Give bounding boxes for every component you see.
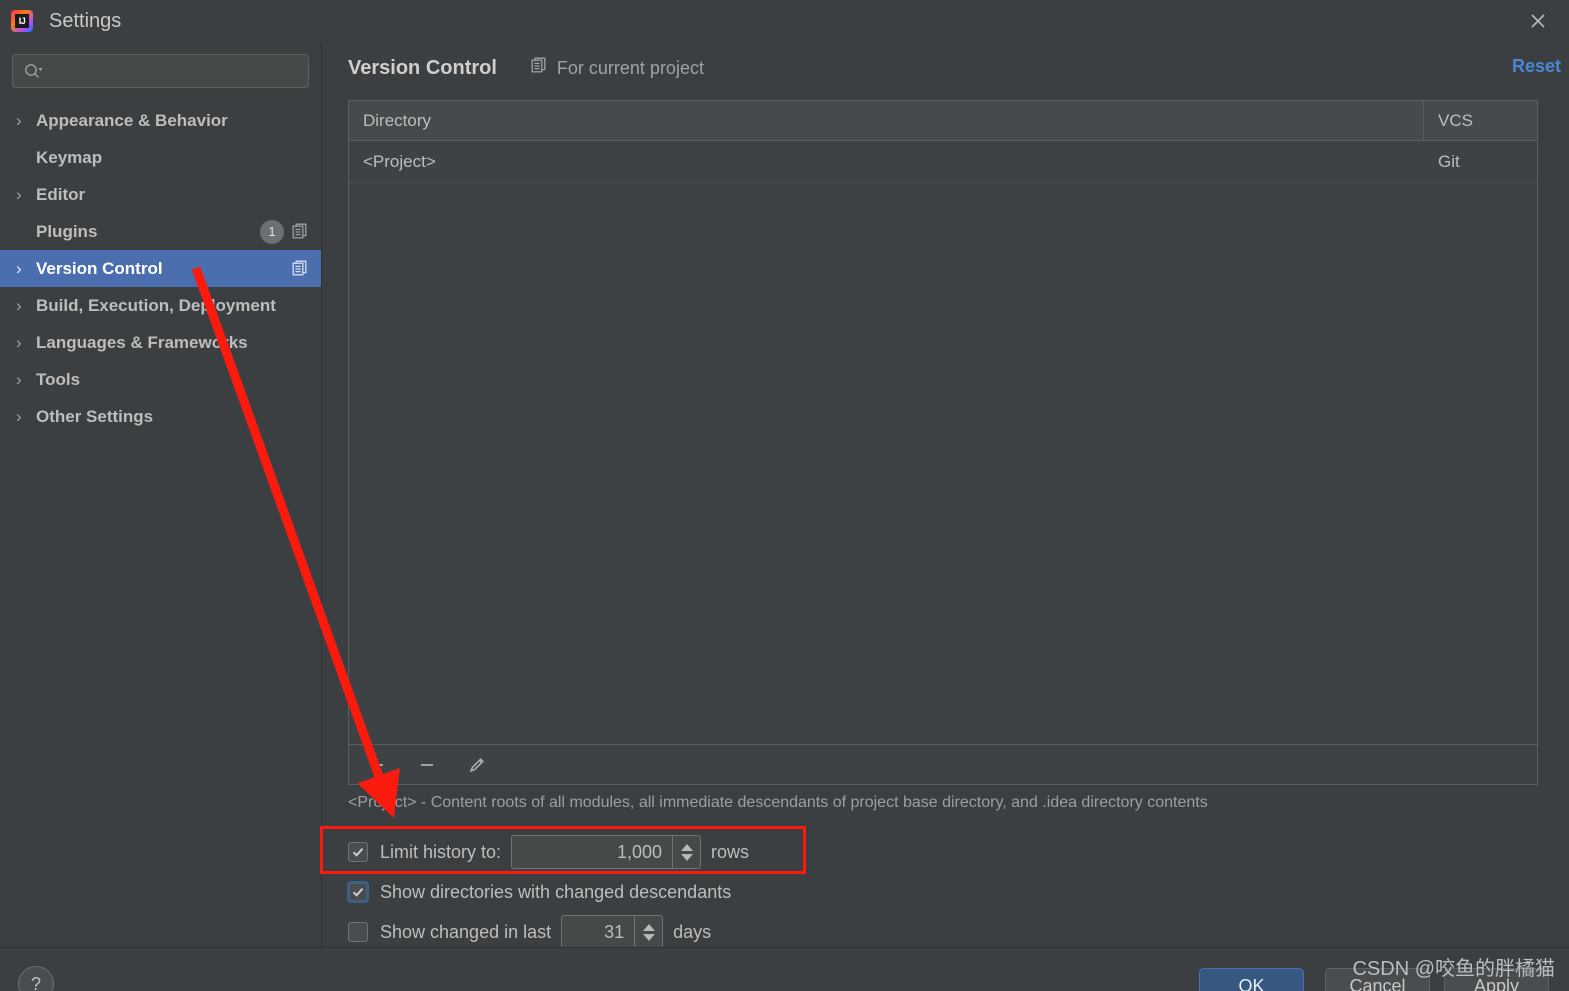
- project-scope-icon: [531, 57, 548, 79]
- project-scope-icon: [292, 223, 309, 240]
- sidebar-item-editor[interactable]: › Editor: [0, 176, 321, 213]
- settings-sidebar: › Appearance & Behavior Keymap › Editor Plugi…: [0, 42, 322, 947]
- search-box[interactable]: [12, 54, 309, 88]
- spinner-arrows[interactable]: [672, 836, 700, 868]
- spinner-arrows[interactable]: [634, 916, 662, 948]
- spinner-value[interactable]: 31: [562, 916, 634, 948]
- spinner-value[interactable]: 1,000: [512, 836, 672, 868]
- sidebar-item-label: Build, Execution, Deployment: [36, 295, 276, 315]
- column-header-vcs[interactable]: VCS: [1424, 101, 1537, 140]
- option-label: Limit history to:: [380, 841, 502, 862]
- project-scope-icon: [292, 260, 309, 277]
- search-container: [0, 42, 321, 88]
- sidebar-item-other-settings[interactable]: › Other Settings: [0, 398, 321, 435]
- option-row: Limit history to: 1,000 rows: [348, 832, 749, 872]
- window-title: Settings: [49, 9, 122, 32]
- chevron-right-icon[interactable]: ›: [16, 185, 32, 205]
- ok-button[interactable]: OK: [1199, 968, 1304, 991]
- chevron-up-icon[interactable]: [642, 923, 655, 931]
- cell-vcs: Git: [1438, 151, 1460, 171]
- column-header-directory[interactable]: Directory: [349, 101, 1424, 140]
- settings-tree: › Appearance & Behavior Keymap › Editor Plugi…: [0, 102, 321, 435]
- mapping-description: <Project> - Content roots of all modules…: [348, 794, 1208, 811]
- page-title: Version Control: [348, 56, 497, 79]
- table-row[interactable]: <Project> Git: [349, 141, 1537, 183]
- sidebar-item-label: Tools: [36, 369, 81, 389]
- chevron-right-icon[interactable]: ›: [16, 111, 32, 131]
- settings-dialog: IJ Settings › Appearance & Behavior Keym…: [0, 0, 1569, 991]
- vcs-options-group: Limit history to: 1,000 rows Show directori…: [348, 832, 749, 952]
- chevron-right-icon[interactable]: ›: [16, 333, 32, 353]
- sidebar-item-keymap[interactable]: Keymap: [0, 139, 321, 176]
- checkbox[interactable]: [348, 922, 368, 942]
- option-row: Show changed in last 31 days: [348, 912, 749, 952]
- spinner-suffix: rows: [711, 841, 750, 862]
- chevron-up-icon[interactable]: [680, 843, 693, 851]
- sidebar-item-label: Languages & Frameworks: [36, 332, 248, 352]
- sidebar-item-version-control[interactable]: › Version Control: [0, 250, 321, 287]
- checkbox[interactable]: [348, 882, 368, 902]
- cancel-button[interactable]: Cancel: [1325, 968, 1430, 991]
- apply-button[interactable]: Apply: [1444, 968, 1549, 991]
- logo-text: IJ: [15, 14, 29, 28]
- chevron-down-icon[interactable]: [680, 853, 693, 861]
- sidebar-item-languages-frameworks[interactable]: › Languages & Frameworks: [0, 324, 321, 361]
- cell-directory: <Project>: [363, 151, 436, 171]
- checkbox[interactable]: [348, 842, 368, 862]
- sidebar-item-label: Editor: [36, 184, 86, 204]
- minus-icon[interactable]: [413, 751, 441, 779]
- dialog-footer: ? OK Cancel Apply: [0, 947, 1569, 991]
- sidebar-item-label: Plugins: [36, 221, 98, 241]
- chevron-right-icon[interactable]: ›: [16, 407, 32, 427]
- scope-selector[interactable]: For current project: [531, 57, 704, 79]
- option-row: Show directories with changed descendant…: [348, 872, 749, 912]
- number-spinner[interactable]: 31: [561, 915, 664, 949]
- intellij-logo-icon: IJ: [9, 8, 35, 34]
- table-header-row: Directory VCS: [349, 101, 1537, 141]
- search-input[interactable]: [43, 62, 308, 80]
- plus-icon[interactable]: [363, 751, 391, 779]
- sidebar-item-plugins[interactable]: Plugins 1: [0, 213, 321, 250]
- spinner-suffix: days: [673, 921, 712, 942]
- sidebar-item-label: Version Control: [36, 258, 163, 278]
- table-toolbar: [348, 745, 1538, 785]
- content-header: Version Control For current project Rese…: [322, 42, 1569, 94]
- sidebar-item-appearance-behavior[interactable]: › Appearance & Behavior: [0, 102, 321, 139]
- chevron-right-icon[interactable]: ›: [16, 296, 32, 316]
- sidebar-item-build-execution-deployment[interactable]: › Build, Execution, Deployment: [0, 287, 321, 324]
- chevron-right-icon[interactable]: ›: [16, 259, 32, 279]
- help-button[interactable]: ?: [18, 966, 54, 991]
- pencil-icon[interactable]: [463, 751, 491, 779]
- sidebar-item-tools[interactable]: › Tools: [0, 361, 321, 398]
- option-label: Show directories with changed descendant…: [380, 881, 732, 902]
- reset-link[interactable]: Reset: [1512, 56, 1561, 77]
- sidebar-item-label: Keymap: [36, 147, 103, 167]
- chevron-right-icon[interactable]: ›: [16, 370, 32, 390]
- update-count-badge: 1: [260, 219, 284, 244]
- number-spinner[interactable]: 1,000: [511, 835, 702, 869]
- vcs-mappings-table: Directory VCS <Project> Git: [348, 100, 1538, 745]
- sidebar-item-label: Appearance & Behavior: [36, 110, 228, 130]
- table-body: <Project> Git: [349, 141, 1537, 744]
- title-bar: IJ Settings: [0, 0, 1569, 42]
- chevron-down-icon[interactable]: [642, 933, 655, 941]
- settings-content-panel: Version Control For current project Rese…: [322, 42, 1569, 949]
- option-label: Show changed in last: [380, 921, 552, 942]
- search-icon: [23, 62, 43, 80]
- close-icon[interactable]: [1523, 6, 1553, 36]
- sidebar-item-label: Other Settings: [36, 406, 154, 426]
- scope-label: For current project: [556, 57, 704, 78]
